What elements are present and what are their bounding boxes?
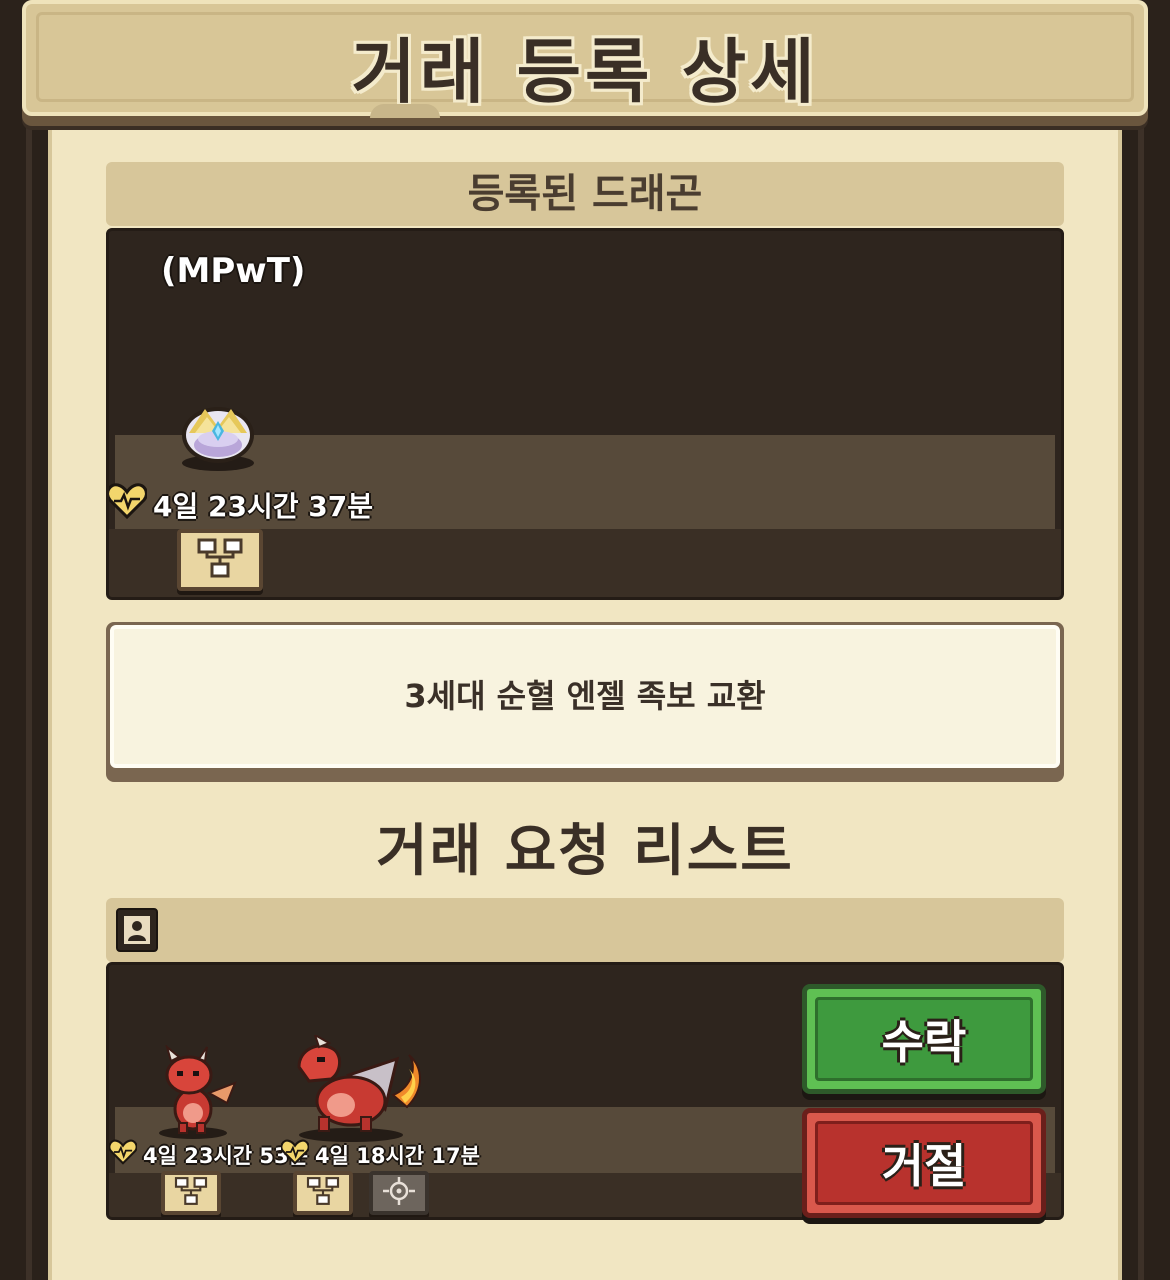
- target-button[interactable]: [369, 1171, 429, 1215]
- request-header: [106, 898, 1064, 962]
- request-dragon-timer: 4일 18시간 17분: [280, 1139, 480, 1170]
- frame-left: [0, 110, 48, 1280]
- frame-edge-left: [26, 120, 32, 1280]
- family-tree-button[interactable]: [161, 1171, 221, 1215]
- profile-icon[interactable]: [116, 908, 158, 952]
- title-banner: 거래 등록 상세: [22, 0, 1148, 116]
- trade-description: 3세대 순혈 엔젤 족보 교환: [110, 625, 1060, 768]
- request-list-title: 거래 요청 리스트: [376, 819, 794, 884]
- request-dragon-timer: 4일 23시간 53분: [109, 1139, 308, 1170]
- crosshair-icon: [381, 1176, 417, 1210]
- banner-tab: [370, 104, 440, 118]
- red-dragon-adult-icon[interactable]: [289, 1032, 429, 1143]
- frame-edge-right: [1138, 120, 1144, 1280]
- trade-description-box: 3세대 순혈 엔젤 족보 교환: [106, 622, 1064, 782]
- red-dragon-baby-icon[interactable]: [155, 1044, 241, 1141]
- frame-right: [1122, 110, 1170, 1280]
- heart-icon: [109, 1139, 138, 1170]
- family-tree-button[interactable]: [177, 529, 263, 591]
- family-tree-icon: [195, 537, 245, 583]
- heart-icon: [109, 483, 148, 526]
- registered-dragon-header: 등록된 드래곤: [106, 162, 1064, 226]
- reject-button[interactable]: 거절: [802, 1108, 1046, 1218]
- page-title: 거래 등록 상세: [351, 31, 819, 113]
- accept-button[interactable]: 수락: [802, 984, 1046, 1094]
- dragon-egg-icon[interactable]: [175, 399, 261, 475]
- family-tree-button[interactable]: [293, 1171, 353, 1215]
- registered-dragon-box: (MPwT) 4일 23시간 37분: [106, 228, 1064, 600]
- owner-nickname: (MPwT): [161, 251, 306, 291]
- heart-icon: [280, 1139, 310, 1170]
- family-tree-icon: [305, 1176, 341, 1210]
- family-tree-icon: [173, 1176, 209, 1210]
- registered-timer: 4일 23시간 37분: [109, 483, 373, 526]
